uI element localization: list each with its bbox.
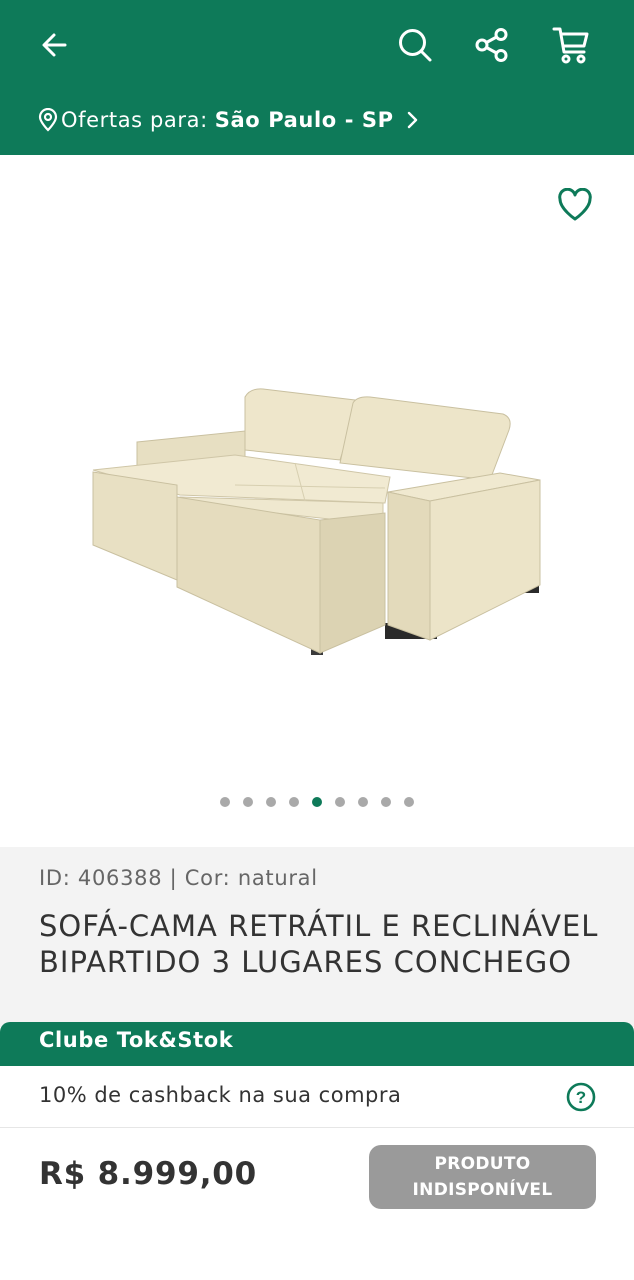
location-prefix: Ofertas para: <box>61 108 208 132</box>
gallery-dot[interactable] <box>266 797 276 807</box>
delivery-location[interactable]: Ofertas para: São Paulo - SP <box>38 104 418 136</box>
gallery-dot[interactable] <box>404 797 414 807</box>
svg-text:?: ? <box>576 1088 586 1107</box>
cart-icon <box>552 27 589 64</box>
product-title: SOFÁ-CAMA RETRÁTIL E RECLINÁVEL BIPARTID… <box>39 909 599 979</box>
share-icon <box>475 28 508 62</box>
map-pin-icon <box>38 108 58 132</box>
gallery-dot[interactable] <box>243 797 253 807</box>
favorite-button[interactable] <box>551 181 599 229</box>
search-icon <box>399 29 432 62</box>
unavailable-button[interactable]: PRODUTO INDISPONÍVEL <box>369 1145 596 1209</box>
gallery-pagination <box>220 797 414 807</box>
gallery-dot-active[interactable] <box>312 797 322 807</box>
help-button[interactable]: ? <box>562 1078 600 1116</box>
gallery-dot[interactable] <box>381 797 391 807</box>
cashback-text: 10% de cashback na sua compra <box>39 1083 402 1107</box>
back-button[interactable] <box>31 21 79 69</box>
share-button[interactable] <box>468 21 516 69</box>
cart-button[interactable] <box>547 21 595 69</box>
chevron-right-icon <box>406 110 418 130</box>
gallery-dot[interactable] <box>289 797 299 807</box>
arrow-left-icon <box>42 33 67 57</box>
club-label: Clube Tok&Stok <box>39 1028 234 1052</box>
heart-icon <box>558 188 592 221</box>
help-icon: ? <box>566 1082 596 1112</box>
product-price: R$ 8.999,00 <box>39 1156 258 1192</box>
gallery-dot[interactable] <box>358 797 368 807</box>
gallery-dot[interactable] <box>335 797 345 807</box>
product-meta: ID: 406388 | Cor: natural <box>39 866 318 890</box>
sofa-image <box>92 388 541 655</box>
location-city: São Paulo - SP <box>214 108 394 132</box>
gallery-dot[interactable] <box>220 797 230 807</box>
search-button[interactable] <box>391 21 439 69</box>
